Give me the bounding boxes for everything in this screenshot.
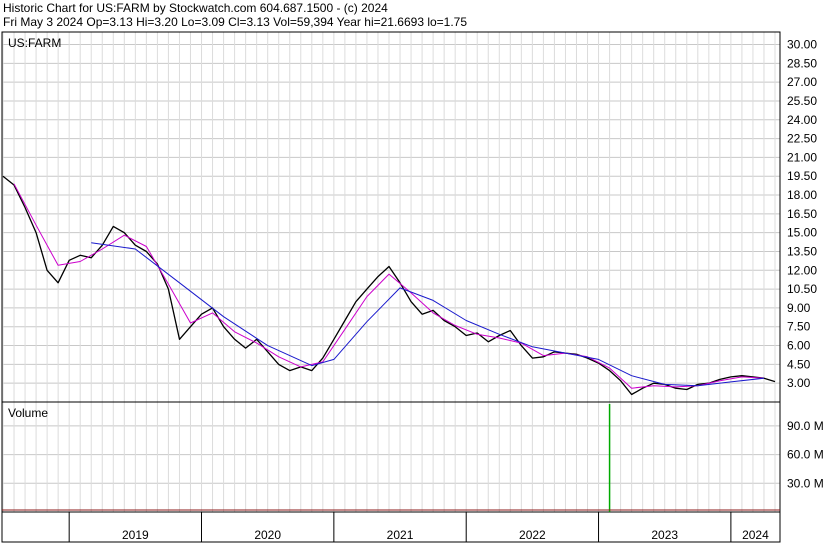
year-tick-label: 2021 <box>387 528 414 542</box>
price-tick-label: 22.50 <box>787 132 817 146</box>
year-tick-label: 2022 <box>519 528 546 542</box>
date-axis: 2019 2020 2021 2022 2023 2024 <box>122 528 769 542</box>
price-tick-label: 6.00 <box>787 339 811 353</box>
price-tick-label: 3.00 <box>787 376 811 390</box>
price-tick-label: 7.50 <box>787 320 811 334</box>
year-tick-label: 2023 <box>651 528 678 542</box>
price-tick-label: 24.00 <box>787 113 817 127</box>
price-tick-label: 25.50 <box>787 94 817 108</box>
volume-bars <box>2 403 780 512</box>
price-tick-label: 12.00 <box>787 263 817 277</box>
price-axis: 30.00 28.50 27.00 25.50 24.00 22.50 21.00 19.50… <box>787 38 817 391</box>
symbol-label: US:FARM <box>8 36 61 50</box>
price-tick-label: 16.50 <box>787 207 817 221</box>
price-tick-label: 19.50 <box>787 169 817 183</box>
year-tick-label: 2024 <box>742 528 769 542</box>
volume-panel <box>1 401 781 513</box>
year-tick-label: 2019 <box>122 528 149 542</box>
price-tick-label: 18.00 <box>787 188 817 202</box>
price-tick-label: 15.00 <box>787 226 817 240</box>
price-tick-label: 13.50 <box>787 244 817 258</box>
grid <box>2 32 780 542</box>
price-panel <box>1 31 781 403</box>
volume-tick-label: 60.0 M <box>787 448 824 462</box>
price-tick-label: 30.00 <box>787 38 817 52</box>
price-tick-label: 27.00 <box>787 75 817 89</box>
volume-axis: 90.0 M 60.0 M 30.0 M <box>787 419 824 490</box>
volume-tick-label: 30.0 M <box>787 476 824 490</box>
price-tick-label: 10.50 <box>787 282 817 296</box>
price-tick-label: 9.00 <box>787 301 811 315</box>
year-tick-label: 2020 <box>254 528 281 542</box>
price-tick-label: 4.50 <box>787 357 811 371</box>
volume-label: Volume <box>8 406 48 420</box>
volume-tick-label: 90.0 M <box>787 419 824 433</box>
stock-chart: US:FARM Volume 30.00 28.50 27.00 25.50 24.00… <box>1 31 824 543</box>
price-tick-label: 28.50 <box>787 56 817 70</box>
price-tick-label: 21.00 <box>787 150 817 164</box>
